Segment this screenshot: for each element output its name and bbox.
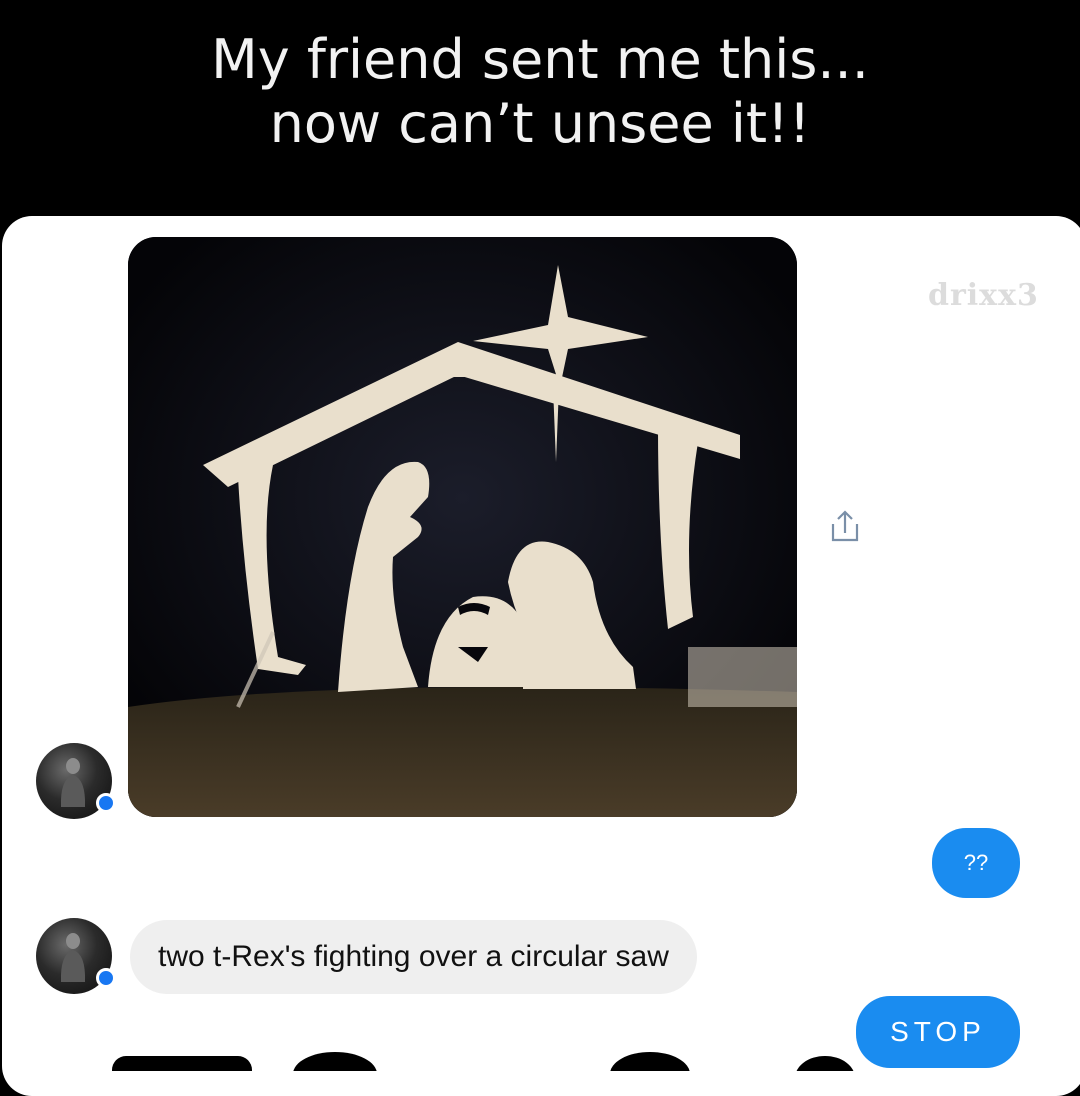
avatar-figure-icon: [60, 758, 86, 807]
caption-line-2: now can’t unsee it!!: [269, 92, 811, 155]
share-icon[interactable]: [825, 506, 865, 546]
watermark: drixx3: [928, 278, 1039, 313]
sender-avatar[interactable]: [36, 918, 116, 994]
messenger-badge-icon: [96, 793, 116, 813]
caption-line-1: My friend sent me this...: [211, 28, 869, 91]
sent-message-bubble[interactable]: ??: [932, 828, 1020, 898]
received-message-bubble[interactable]: two t-Rex's fighting over a circular saw: [130, 920, 697, 994]
messenger-badge-icon: [96, 968, 116, 988]
cropped-emoji-row: [112, 1052, 854, 1071]
avatar-figure-icon: [60, 933, 86, 982]
nativity-silhouette-image: [128, 237, 797, 817]
meme-caption: My friend sent me this... now can’t unse…: [0, 28, 1080, 156]
shared-photo[interactable]: [128, 237, 797, 817]
sender-avatar[interactable]: [36, 743, 116, 819]
